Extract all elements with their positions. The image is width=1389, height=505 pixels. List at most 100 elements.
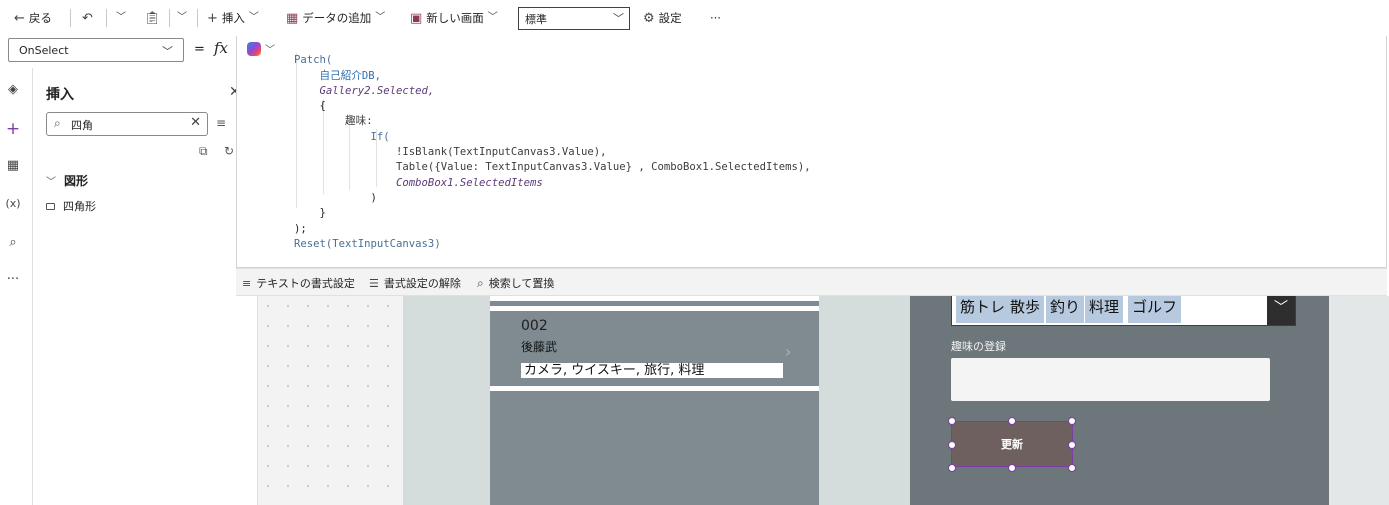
resize-handle[interactable] bbox=[1068, 441, 1076, 449]
gallery-item-name: 後藤武 bbox=[521, 340, 558, 354]
variables-icon[interactable]: (x) bbox=[0, 197, 26, 210]
search-icon: ⌕ bbox=[54, 116, 61, 130]
chevron-down-icon: ﹀ bbox=[177, 12, 187, 23]
gallery[interactable]: 002 後藤武 カメラ, ウイスキー, 旅行, 料理 › bbox=[490, 296, 819, 505]
formula-code: Patch( 自己紹介DB, Gallery2.Selected, { 趣味: … bbox=[294, 38, 811, 252]
group-label: 図形 bbox=[64, 174, 89, 188]
more-icon[interactable]: ··· bbox=[0, 272, 26, 287]
resize-handle[interactable] bbox=[948, 464, 956, 472]
code-line-7: !IsBlank(TextInputCanvas3.Value), bbox=[294, 146, 607, 159]
back-label: 戻る bbox=[28, 11, 52, 25]
format-text-button[interactable]: ≡ テキストの書式設定 bbox=[242, 275, 355, 291]
database-icon: ▦ bbox=[286, 10, 299, 26]
plus-icon: + bbox=[207, 10, 218, 26]
resize-handle[interactable] bbox=[1008, 464, 1016, 472]
formula-editor[interactable]: ﹀ Patch( 自己紹介DB, Gallery2.Selected, { 趣味… bbox=[236, 36, 1387, 268]
screen-background bbox=[1329, 296, 1389, 505]
resize-handle[interactable] bbox=[948, 417, 956, 425]
insert-plus-icon[interactable]: + bbox=[0, 119, 26, 139]
chevron-down-icon: ﹀ bbox=[248, 12, 259, 23]
edit-form: 筋トレ 散歩 釣り 料理 ゴルフ ﹀ 趣味の登録 更新 bbox=[910, 296, 1329, 505]
chevron-right-icon[interactable]: › bbox=[785, 342, 791, 361]
find-replace-button[interactable]: ⌕ 検索して置換 bbox=[477, 275, 554, 291]
gallery-item-number: 002 bbox=[521, 318, 548, 334]
code-line-9: ComboBox1.SelectedItems bbox=[294, 176, 543, 189]
image-search-icon[interactable]: ⧉ bbox=[199, 144, 208, 159]
resize-handle[interactable] bbox=[1008, 417, 1016, 425]
undo-button[interactable]: ↶ bbox=[82, 9, 93, 27]
command-bar: ← 戻る ↶ ﹀ 📋︎ ﹀ + 挿入 ﹀ ▦ データの追加 ﹀ ▣ 新しい画面 … bbox=[0, 0, 1389, 36]
property-value: OnSelect bbox=[19, 44, 69, 57]
search-icon[interactable]: ⌕ bbox=[0, 235, 26, 250]
resize-handle[interactable] bbox=[1068, 464, 1076, 472]
property-dropdown[interactable]: OnSelect ﹀ bbox=[8, 38, 184, 62]
canvas-grid bbox=[258, 296, 403, 505]
theme-dropdown[interactable]: 標準 ﹀ bbox=[518, 7, 630, 30]
code-line-11: } bbox=[294, 207, 326, 220]
list-item-rectangle[interactable]: 四角形 bbox=[46, 198, 96, 214]
copilot-icon bbox=[247, 41, 261, 56]
undo-icon: ↶ bbox=[82, 10, 93, 26]
code-line-5: 趣味: bbox=[294, 115, 373, 128]
insert-panel: 挿入 ✕ ⌕ 四角 ✕ ≡ ⧉ ↻ ﹀ 図形 四角形 bbox=[33, 68, 258, 505]
hobby-register-label: 趣味の登録 bbox=[951, 340, 1006, 353]
rectangle-icon bbox=[46, 202, 55, 210]
divider bbox=[169, 9, 170, 27]
combo-tag[interactable]: 料理 bbox=[1085, 296, 1124, 323]
add-data-button[interactable]: ▦ データの追加 ﹀ bbox=[286, 9, 385, 27]
gear-icon: ⚙ bbox=[643, 10, 655, 26]
new-screen-label: 新しい画面 bbox=[426, 11, 484, 25]
settings-button[interactable]: ⚙ 設定 bbox=[643, 9, 682, 27]
hobby-text-input[interactable] bbox=[951, 358, 1270, 401]
clipboard-icon: 📋︎ bbox=[144, 10, 161, 26]
chevron-down-icon: ﹀ bbox=[116, 12, 126, 23]
paste-button[interactable]: 📋︎ bbox=[144, 9, 161, 27]
divider bbox=[70, 9, 71, 27]
filter-icon[interactable]: ≡ bbox=[216, 116, 226, 130]
more-button[interactable]: ··· bbox=[710, 9, 721, 27]
data-table-icon[interactable]: ▦ bbox=[0, 158, 26, 173]
resize-handle[interactable] bbox=[1068, 417, 1076, 425]
divider bbox=[490, 306, 819, 311]
divider bbox=[197, 9, 198, 27]
find-replace-label: 検索して置換 bbox=[488, 277, 555, 290]
code-line-3: Gallery2.Selected, bbox=[294, 84, 435, 97]
combo-tag[interactable]: 筋トレ bbox=[956, 296, 1010, 323]
chevron-down-icon[interactable]: ﹀ bbox=[1267, 296, 1295, 325]
search-input[interactable]: ⌕ 四角 ✕ bbox=[46, 112, 208, 136]
combo-tag[interactable]: ゴルフ bbox=[1128, 296, 1182, 323]
clear-icon[interactable]: ✕ bbox=[190, 115, 201, 130]
group-shapes[interactable]: ﹀ 図形 bbox=[46, 172, 88, 189]
copilot-button[interactable]: ﹀ bbox=[247, 41, 275, 56]
search-value: 四角 bbox=[71, 119, 93, 132]
code-line-8: Table({Value: TextInputCanvas3.Value} , … bbox=[294, 161, 811, 174]
back-button[interactable]: ← 戻る bbox=[14, 9, 52, 27]
update-button[interactable]: 更新 bbox=[951, 421, 1073, 467]
theme-dropdown-value: 標準 bbox=[525, 13, 547, 26]
code-line-12: ); bbox=[294, 222, 307, 235]
remove-format-button[interactable]: ☰ 書式設定の解除 bbox=[369, 275, 461, 291]
new-screen-button[interactable]: ▣ 新しい画面 ﹀ bbox=[410, 9, 498, 27]
code-line-4: { bbox=[294, 100, 326, 113]
combo-tag[interactable]: 釣り bbox=[1046, 296, 1085, 323]
screen-background bbox=[819, 296, 910, 505]
formula-bar: OnSelect ﹀ = fx bbox=[0, 36, 236, 66]
divider bbox=[106, 9, 107, 27]
paste-dropdown-button[interactable]: ﹀ bbox=[177, 9, 187, 27]
code-line-10: ) bbox=[294, 191, 377, 204]
resize-handle[interactable] bbox=[948, 441, 956, 449]
insert-button[interactable]: + 挿入 ﹀ bbox=[207, 9, 259, 27]
hobby-combobox[interactable]: 筋トレ 散歩 釣り 料理 ゴルフ ﹀ bbox=[951, 296, 1296, 326]
code-line-2: 自己紹介DB, bbox=[294, 69, 382, 82]
refresh-icon[interactable]: ↻ bbox=[224, 144, 234, 158]
screen-background bbox=[403, 296, 490, 505]
combo-tag[interactable]: 散歩 bbox=[1006, 296, 1045, 323]
tree-view-layers-icon[interactable]: ◈ bbox=[0, 82, 26, 97]
chevron-down-icon: ﹀ bbox=[487, 12, 498, 23]
divider bbox=[490, 296, 819, 301]
remove-format-icon: ☰ bbox=[369, 276, 379, 290]
new-screen-icon: ▣ bbox=[410, 10, 423, 26]
arrow-left-icon: ← bbox=[14, 10, 25, 26]
undo-dropdown-button[interactable]: ﹀ bbox=[116, 9, 126, 27]
divider bbox=[490, 386, 819, 391]
